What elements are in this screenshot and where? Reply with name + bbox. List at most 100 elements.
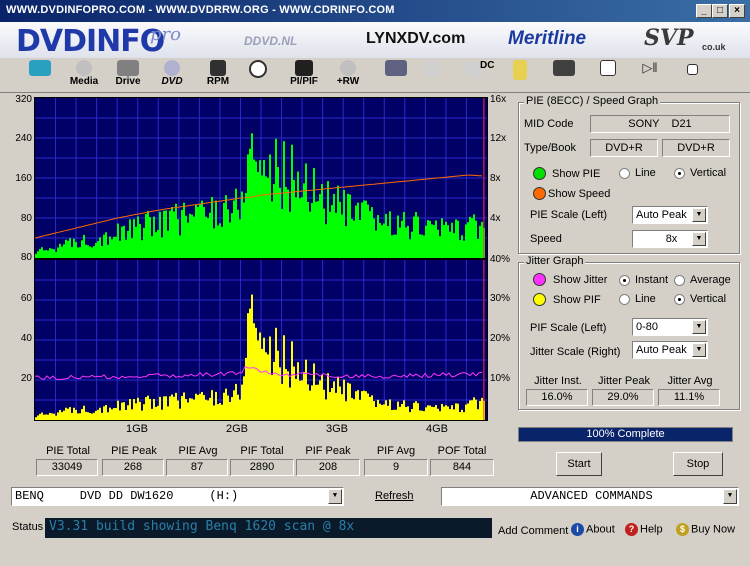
data-bar	[387, 226, 389, 258]
show-pie-label[interactable]: Show PIE	[552, 168, 600, 180]
sponsor-svp[interactable]: SVP	[644, 25, 694, 51]
chevron-down-icon[interactable]: ▼	[692, 343, 706, 357]
jitter-legend-icon[interactable]	[533, 273, 546, 286]
add-comment-link[interactable]: Add Comment	[498, 525, 568, 537]
pif-y-tick: 60	[20, 293, 32, 304]
data-bar	[135, 226, 137, 258]
pie-line-radio[interactable]	[619, 168, 630, 179]
pif-scale-select[interactable]: 0-80 ▼	[632, 318, 708, 336]
data-bar	[203, 206, 205, 258]
instant-radio[interactable]	[619, 275, 630, 286]
data-bar	[79, 247, 81, 258]
stat-label: PIF Peak	[305, 445, 351, 457]
chevron-down-icon[interactable]: ▼	[692, 320, 706, 334]
data-bar	[71, 412, 73, 420]
rpm-icon	[210, 60, 226, 76]
chevron-down-icon[interactable]: ▼	[723, 489, 737, 504]
data-bar	[475, 220, 477, 258]
data-bar	[371, 207, 373, 258]
data-bar	[267, 177, 269, 258]
sponsor-meritline[interactable]: Meritline	[508, 28, 586, 50]
data-bar	[61, 412, 63, 420]
speed-legend-icon[interactable]	[533, 187, 546, 200]
pif-legend-icon[interactable]	[533, 293, 546, 306]
media-tool[interactable]: Media	[62, 60, 106, 90]
data-bar	[265, 352, 267, 420]
data-bar	[365, 200, 367, 258]
minimize-button[interactable]: _	[696, 4, 712, 18]
data-bar	[391, 235, 393, 258]
refresh-link[interactable]: Refresh	[375, 490, 414, 502]
data-bar	[115, 236, 117, 258]
close-button[interactable]: ×	[729, 4, 745, 18]
data-bar	[311, 203, 313, 258]
data-bar	[109, 407, 111, 420]
chevron-down-icon[interactable]: ▼	[692, 232, 706, 246]
data-bar	[395, 234, 397, 258]
data-bar	[183, 392, 185, 420]
data-bar	[389, 399, 391, 420]
speed-select[interactable]: 8x ▼	[632, 230, 708, 248]
data-bar	[273, 361, 275, 420]
data-bar	[459, 411, 461, 420]
data-bar	[227, 395, 229, 420]
data-bar	[219, 223, 221, 258]
rpm-tool[interactable]: RPM	[196, 60, 240, 90]
help-link[interactable]: ? Help	[625, 523, 663, 536]
data-bar	[215, 391, 217, 420]
play-pause-tool[interactable]: ▷‖	[628, 60, 672, 90]
sponsor-lynxdv[interactable]: LYNXDV.com	[366, 30, 465, 48]
maximize-button[interactable]: □	[712, 4, 728, 18]
data-bar	[295, 378, 297, 420]
show-jitter-label[interactable]: Show Jitter	[553, 274, 607, 286]
data-bar	[449, 409, 451, 420]
advanced-commands-select[interactable]: ADVANCED COMMANDS ▼	[441, 487, 739, 506]
sponsor-ddvd[interactable]: DDVD.NL	[244, 34, 297, 48]
write-tool[interactable]	[410, 60, 454, 90]
monitor-tool[interactable]	[18, 60, 62, 90]
scan-tool[interactable]	[236, 60, 280, 90]
data-bar	[239, 399, 241, 420]
stop-tool[interactable]	[670, 60, 714, 90]
pie-legend-icon[interactable]	[533, 167, 546, 180]
data-bar	[435, 220, 437, 258]
data-bar	[447, 225, 449, 258]
data-bar	[307, 384, 309, 420]
data-bar	[211, 196, 213, 258]
clipboard-icon	[513, 60, 527, 80]
pif-vertical-radio[interactable]	[674, 294, 685, 305]
jitter-scale-select[interactable]: Auto Peak ▼	[632, 341, 708, 359]
start-button[interactable]: Start	[556, 452, 602, 476]
notes-tool[interactable]	[586, 60, 630, 90]
average-radio[interactable]	[674, 275, 685, 286]
pie-vertical-radio[interactable]	[674, 168, 685, 179]
data-bar	[129, 219, 131, 258]
data-bar	[47, 414, 49, 420]
data-bar	[317, 384, 319, 420]
data-bar	[429, 220, 431, 258]
chevron-down-icon[interactable]: ▼	[328, 489, 342, 504]
rw-tool[interactable]: +RW	[326, 60, 370, 90]
dvd-tool[interactable]: DVD	[150, 60, 194, 90]
jitter-scale-value: Auto Peak	[636, 344, 687, 356]
buy-now-link[interactable]: $ Buy Now	[676, 523, 735, 536]
pie-scale-select[interactable]: Auto Peak ▼	[632, 206, 708, 224]
pipif-tool[interactable]: PI/PIF	[282, 60, 326, 90]
data-bar	[247, 154, 249, 258]
clipboard-tool[interactable]	[498, 60, 542, 90]
data-bar	[149, 217, 151, 258]
data-bar	[89, 412, 91, 420]
dc-tool[interactable]: DC	[452, 60, 496, 90]
camera-tool[interactable]	[542, 60, 586, 90]
show-pif-label[interactable]: Show PIF	[553, 294, 601, 306]
show-speed-label[interactable]: Show Speed	[548, 188, 610, 200]
chevron-down-icon[interactable]: ▼	[692, 208, 706, 222]
drive-tool[interactable]: Drive	[106, 60, 150, 90]
drive-select[interactable]: BENQ DVD DD DW1620 (H:) ▼	[11, 487, 344, 506]
data-bar	[289, 387, 291, 420]
pif-line-radio[interactable]	[619, 294, 630, 305]
data-bar	[361, 391, 363, 420]
about-link[interactable]: i About	[571, 523, 615, 536]
data-bar	[457, 220, 459, 258]
stop-button[interactable]: Stop	[673, 452, 723, 476]
